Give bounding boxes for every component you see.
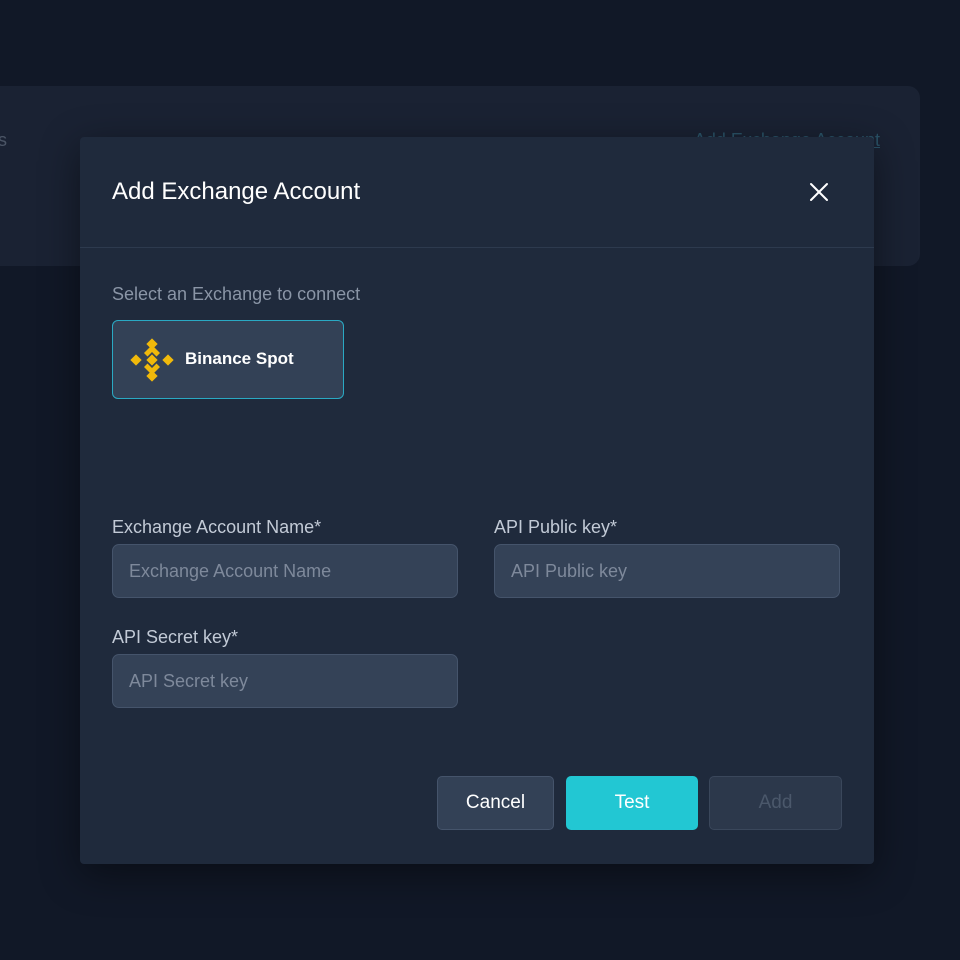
modal-header: Add Exchange Account [80,137,874,248]
modal-title: Add Exchange Account [112,178,361,205]
exchange-option-label: Binance Spot [185,349,294,368]
exchange-select-label: Select an Exchange to connect [112,284,361,304]
api-public-key-input[interactable] [494,544,840,598]
api-secret-key-input[interactable] [112,654,458,708]
add-button[interactable]: Add [709,776,842,830]
account-name-label: Exchange Account Name* [112,517,322,537]
account-name-input[interactable] [112,544,458,598]
add-exchange-modal: Add Exchange Account Select an Exchange … [80,137,874,864]
test-button[interactable]: Test [566,776,698,830]
close-button[interactable] [804,177,834,207]
cancel-button[interactable]: Cancel [437,776,554,830]
close-icon [810,183,828,201]
api-public-key-label: API Public key* [494,517,618,537]
background-text: s [0,130,7,150]
binance-logo-icon [130,338,174,382]
api-secret-key-label: API Secret key* [112,627,239,647]
exchange-option-binance-spot[interactable]: Binance Spot [112,320,344,399]
